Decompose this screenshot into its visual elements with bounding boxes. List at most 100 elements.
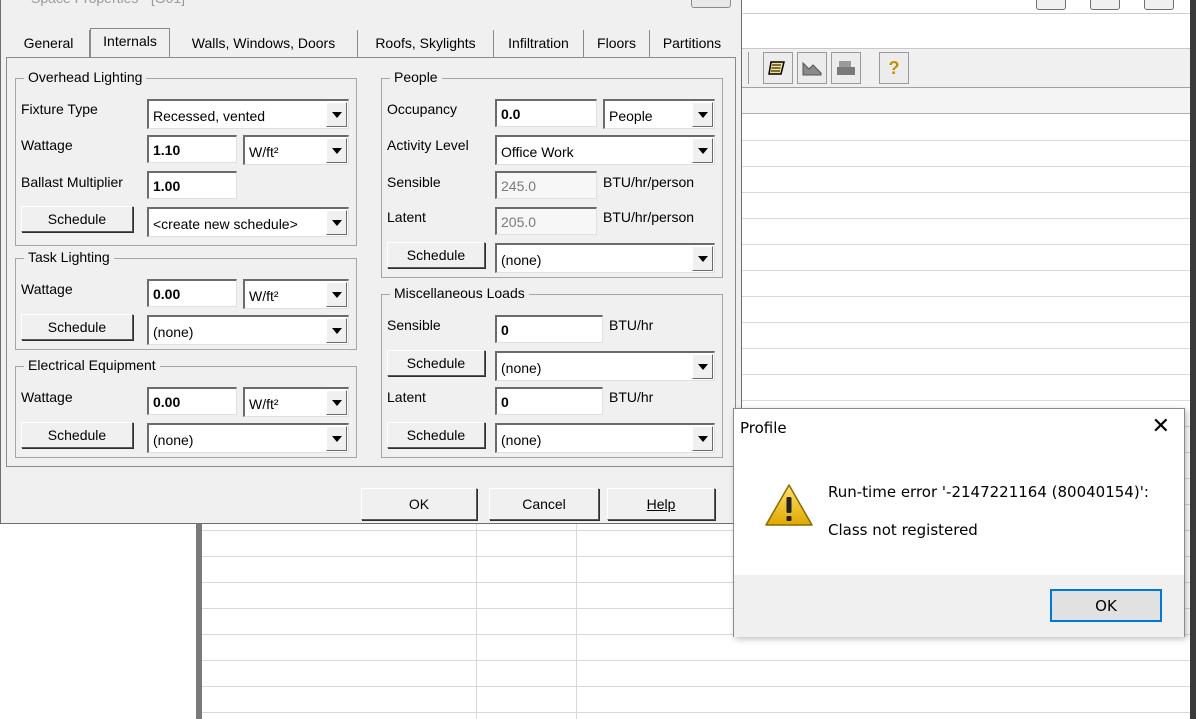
help-button[interactable]: Help xyxy=(607,488,715,520)
dialog-close-button[interactable] xyxy=(691,0,731,8)
overhead-schedule-dropdown[interactable]: <create new schedule> xyxy=(147,207,349,237)
activity-level-label: Activity Level xyxy=(387,137,469,153)
group-title: Miscellaneous Loads xyxy=(390,285,529,301)
schedule-value: (none) xyxy=(501,432,542,448)
occupancy-unit-dropdown[interactable]: People xyxy=(603,99,715,129)
schedule-value: <create new schedule> xyxy=(153,216,298,232)
fixture-type-dropdown[interactable]: Recessed, vented xyxy=(147,99,349,129)
ballast-field[interactable]: 1.00 xyxy=(147,171,237,199)
people-latent-label: Latent xyxy=(387,209,426,225)
schedule-value: (none) xyxy=(501,360,542,376)
people-sensible-label: Sensible xyxy=(387,174,441,190)
chevron-down-icon[interactable] xyxy=(326,138,347,163)
fixture-type-value: Recessed, vented xyxy=(153,108,266,124)
chevron-down-icon[interactable] xyxy=(692,138,713,163)
print-report-icon[interactable] xyxy=(831,52,861,84)
close-icon[interactable]: ✕ xyxy=(1152,416,1170,438)
overhead-wattage-unit-dropdown[interactable]: W/ft² xyxy=(243,135,349,165)
ballast-label: Ballast Multiplier xyxy=(21,174,123,190)
space-properties-dialog: Space Properties - [G01] General Interna… xyxy=(0,0,742,524)
chevron-down-icon[interactable] xyxy=(326,318,347,343)
schedule-value: (none) xyxy=(501,252,542,268)
overhead-wattage-field[interactable]: 1.10 xyxy=(147,135,237,163)
people-latent-field[interactable]: 205.0 xyxy=(495,207,597,235)
people-sensible-field[interactable]: 245.0 xyxy=(495,171,597,199)
grid-left-border xyxy=(196,520,200,719)
help-icon[interactable]: ? xyxy=(879,52,909,84)
task-schedule-dropdown[interactable]: (none) xyxy=(147,315,349,345)
group-title: Overhead Lighting xyxy=(24,69,147,85)
task-wattage-label: Wattage xyxy=(21,281,73,297)
activity-level-dropdown[interactable]: Office Work xyxy=(495,135,715,165)
equipment-schedule-button[interactable]: Schedule xyxy=(21,422,133,448)
schedule-value: (none) xyxy=(153,432,194,448)
tab-infiltration[interactable]: Infiltration xyxy=(494,30,584,57)
wattage-label: Wattage xyxy=(21,137,73,153)
unit-value: W/ft² xyxy=(249,396,279,412)
equipment-wattage-label: Wattage xyxy=(21,389,73,405)
fixture-type-label: Fixture Type xyxy=(21,101,98,117)
overhead-schedule-button[interactable]: Schedule xyxy=(21,206,133,232)
tab-strip: General Internals Walls, Windows, Doors … xyxy=(6,28,736,58)
unit-value: W/ft² xyxy=(249,288,279,304)
chevron-down-icon[interactable] xyxy=(326,282,347,307)
schedule-value: (none) xyxy=(153,324,194,340)
window-edge xyxy=(1190,0,1196,719)
chevron-down-icon[interactable] xyxy=(326,390,347,415)
tab-partitions[interactable]: Partitions xyxy=(650,30,734,57)
tab-walls-windows-doors[interactable]: Walls, Windows, Doors xyxy=(170,30,358,57)
misc-sensible-unit: BTU/hr xyxy=(609,317,654,333)
chevron-down-icon[interactable] xyxy=(326,426,347,451)
error-message-line1: Run-time error '-2147221164 (80040154)': xyxy=(828,483,1149,501)
misc-latent-unit: BTU/hr xyxy=(609,389,654,405)
chart-icon[interactable] xyxy=(797,52,827,84)
group-title: Electrical Equipment xyxy=(24,357,160,373)
group-title: Task Lighting xyxy=(24,249,114,265)
misc-sensible-schedule-button[interactable]: Schedule xyxy=(387,350,485,376)
equipment-wattage-field[interactable]: 0.00 xyxy=(147,387,237,415)
unit-value: W/ft² xyxy=(249,144,279,160)
occupancy-field[interactable]: 0.0 xyxy=(495,99,597,127)
minimize-button[interactable] xyxy=(1036,0,1066,10)
chevron-down-icon[interactable] xyxy=(692,354,713,379)
task-wattage-field[interactable]: 0.00 xyxy=(147,279,237,307)
profile-error-dialog: Profile ✕ Run-time error '-2147221164 (8… xyxy=(733,408,1185,637)
unit-value: People xyxy=(609,108,653,124)
equipment-schedule-dropdown[interactable]: (none) xyxy=(147,423,349,453)
error-message-line2: Class not registered xyxy=(828,521,978,539)
task-schedule-button[interactable]: Schedule xyxy=(21,314,133,340)
tab-internals[interactable]: Internals xyxy=(90,28,170,58)
cancel-button[interactable]: Cancel xyxy=(489,488,599,520)
profile-ok-button[interactable]: OK xyxy=(1050,589,1162,622)
task-wattage-unit-dropdown[interactable]: W/ft² xyxy=(243,279,349,309)
warning-icon xyxy=(765,484,813,526)
people-schedule-button[interactable]: Schedule xyxy=(387,242,485,268)
dialog-title: Space Properties - [G01] xyxy=(1,0,185,8)
misc-latent-field[interactable]: 0 xyxy=(495,387,603,415)
people-sensible-unit: BTU/hr/person xyxy=(603,174,695,190)
tab-roofs-skylights[interactable]: Roofs, Skylights xyxy=(358,30,494,57)
people-schedule-dropdown[interactable]: (none) xyxy=(495,243,715,273)
misc-latent-label: Latent xyxy=(387,389,426,405)
edit-note-icon[interactable] xyxy=(763,52,793,84)
ok-button[interactable]: OK xyxy=(361,488,477,520)
chevron-down-icon[interactable] xyxy=(692,426,713,451)
chevron-down-icon[interactable] xyxy=(692,102,713,127)
group-title: People xyxy=(390,69,442,85)
people-latent-unit: BTU/hr/person xyxy=(603,209,695,225)
maximize-button[interactable] xyxy=(1090,0,1120,10)
close-main-button[interactable] xyxy=(1144,0,1174,10)
misc-latent-schedule-button[interactable]: Schedule xyxy=(387,422,485,448)
chevron-down-icon[interactable] xyxy=(692,246,713,271)
misc-latent-schedule-dropdown[interactable]: (none) xyxy=(495,423,715,453)
misc-sensible-field[interactable]: 0 xyxy=(495,315,603,343)
chevron-down-icon[interactable] xyxy=(326,102,347,127)
tab-floors[interactable]: Floors xyxy=(584,30,650,57)
tab-general[interactable]: General xyxy=(8,30,90,57)
chevron-down-icon[interactable] xyxy=(326,210,347,235)
toolbar-separator xyxy=(748,52,751,84)
misc-sensible-schedule-dropdown[interactable]: (none) xyxy=(495,351,715,381)
activity-value: Office Work xyxy=(501,144,574,160)
equipment-wattage-unit-dropdown[interactable]: W/ft² xyxy=(243,387,349,417)
profile-dialog-title: Profile xyxy=(740,419,787,437)
